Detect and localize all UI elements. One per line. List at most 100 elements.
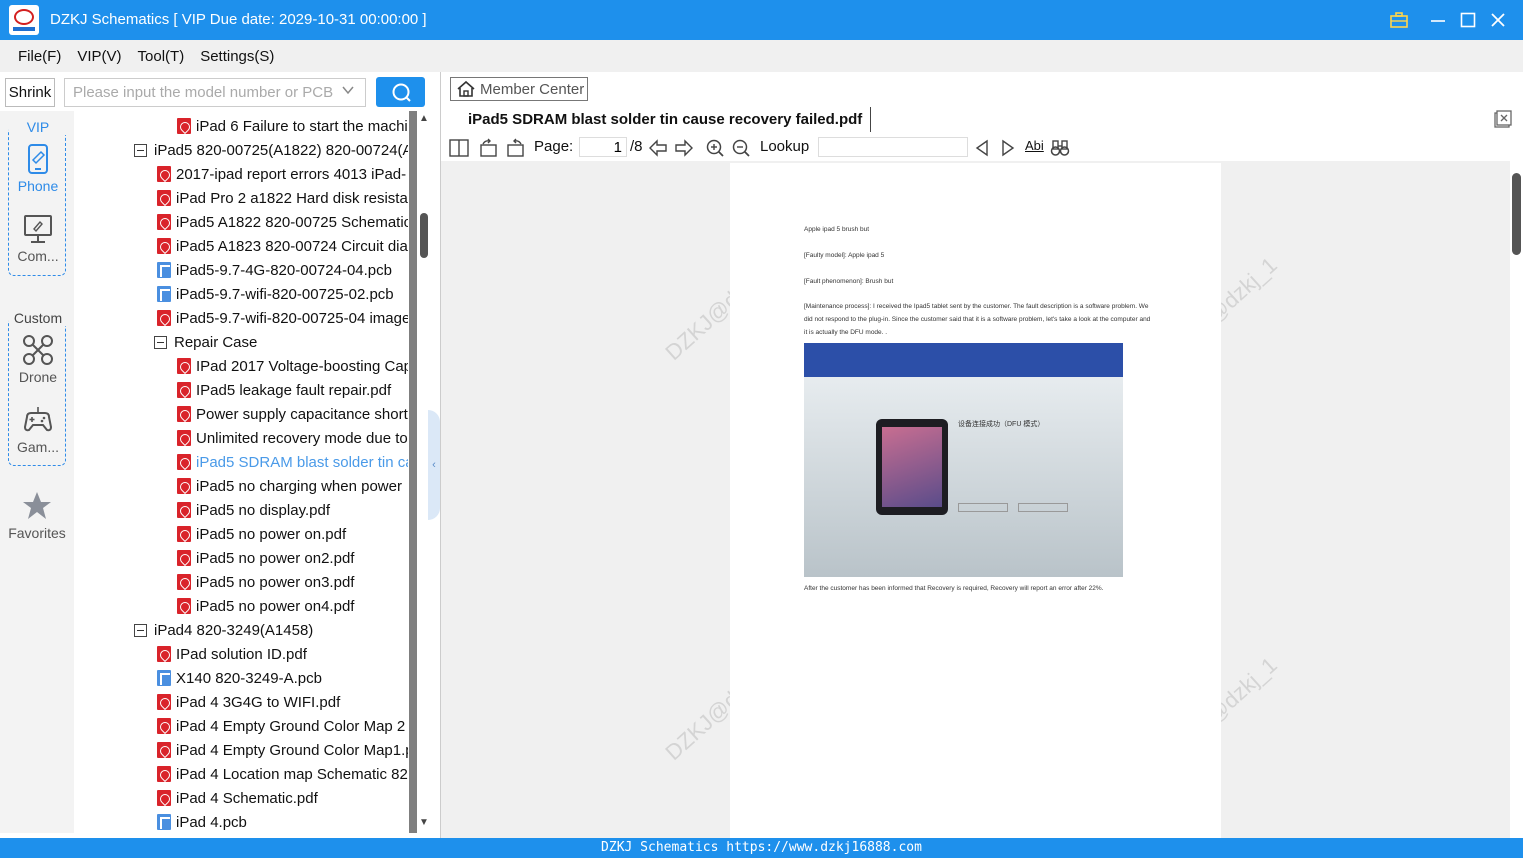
nav-computer-label: Com... xyxy=(17,248,59,264)
tree-file[interactable]: iPad 4 Empty Ground Color Map1.p xyxy=(157,738,408,762)
tree-file[interactable]: IPad5 leakage fault repair.pdf xyxy=(177,378,391,402)
nav-phone[interactable]: Phone xyxy=(9,142,67,194)
briefcase-icon[interactable] xyxy=(1387,8,1411,32)
rotate-left-icon[interactable] xyxy=(479,138,499,158)
search-button[interactable] xyxy=(376,77,425,107)
tree-folder[interactable]: Repair Case xyxy=(154,330,257,354)
tree-file[interactable]: iPad 4.pcb xyxy=(157,810,247,833)
pdf-text-line: [Faulty model]: Apple ipad 5 xyxy=(804,252,885,259)
member-center-button[interactable]: Member Center xyxy=(450,77,588,101)
tree-file[interactable]: iPad 6 Failure to start the machi xyxy=(177,114,408,138)
pdf-file-icon xyxy=(177,478,191,494)
tree-file[interactable]: IPad 2017 Voltage-boosting Cap xyxy=(177,354,408,378)
tree-file[interactable]: Power supply capacitance short xyxy=(177,402,408,426)
tree-item-label: iPad5 no power on2.pdf xyxy=(196,549,355,567)
tree-file[interactable]: iPad5 SDRAM blast solder tin ca xyxy=(177,450,408,474)
app-logo-icon xyxy=(9,5,39,35)
pdf-file-icon xyxy=(157,214,171,230)
tree-file[interactable]: iPad5 no power on4.pdf xyxy=(177,594,354,618)
shrink-button[interactable]: Shrink xyxy=(5,78,55,107)
zoom-out-icon[interactable] xyxy=(731,138,751,158)
arrow-right-icon[interactable] xyxy=(674,138,694,158)
sidebar-toggle-icon[interactable] xyxy=(449,138,469,158)
custom-label: Custom xyxy=(9,310,67,326)
photo-caption: 设备连接成功（DFU 模式） xyxy=(958,421,1045,428)
tree-file[interactable]: iPad 4 Location map Schematic 82 xyxy=(157,762,408,786)
close-button[interactable] xyxy=(1486,8,1510,32)
collapse-toggle-icon[interactable] xyxy=(134,143,147,157)
tree-file[interactable]: iPad5-9.7-wifi-820-00725-02.pcb xyxy=(157,282,394,306)
viewer-scroll-thumb[interactable] xyxy=(1512,173,1521,255)
tree-file[interactable]: iPad5 no charging when power xyxy=(177,474,402,498)
maximize-button[interactable] xyxy=(1456,8,1480,32)
vip-group: VIP Phone Com... xyxy=(8,119,67,276)
scroll-up-icon[interactable]: ▲ xyxy=(419,113,429,124)
tree-scroll-thumb[interactable] xyxy=(420,213,428,258)
tree-item-label: iPad 4.pcb xyxy=(176,813,247,831)
tree-folder[interactable]: iPad5 820-00725(A1822) 820-00724(A xyxy=(134,138,408,162)
chevron-down-icon[interactable] xyxy=(341,83,357,99)
pdf-viewer[interactable]: DZKJ@dzkj_1 DZKJ@dzkj_1 DZKJ@dzkj_1 DZKJ… xyxy=(441,161,1510,838)
tree-file[interactable]: iPad5 A1823 820-00724 Circuit dia xyxy=(157,234,408,258)
scroll-down-icon[interactable]: ▼ xyxy=(419,817,429,828)
tree-file[interactable]: iPad5 no power on.pdf xyxy=(177,522,346,546)
tree-file[interactable]: iPad 4 Empty Ground Color Map 2 xyxy=(157,714,405,738)
tree-item-label: iPad5-9.7-wifi-820-00725-04 image xyxy=(176,309,408,327)
collapse-toggle-icon[interactable] xyxy=(154,335,167,349)
search-input[interactable] xyxy=(64,78,366,107)
pdf-file-icon xyxy=(157,766,171,782)
tree-file[interactable]: iPad Pro 2 a1822 Hard disk resistar xyxy=(157,186,408,210)
menu-tool[interactable]: Tool(T) xyxy=(138,48,185,65)
tree-item-label: iPad5 A1822 820-00725 Schematic xyxy=(176,213,408,231)
pcb-file-icon xyxy=(157,262,171,278)
menu-settings[interactable]: Settings(S) xyxy=(200,48,274,65)
phone-icon xyxy=(28,144,48,174)
tree-item-label: iPad5-9.7-4G-820-00724-04.pcb xyxy=(176,261,392,279)
tree-file[interactable]: iPad5 no power on3.pdf xyxy=(177,570,354,594)
tree-item-label: iPad5-9.7-wifi-820-00725-02.pcb xyxy=(176,285,394,303)
pdf-file-icon xyxy=(177,598,191,614)
tree-file[interactable]: iPad5-9.7-wifi-820-00725-04 image xyxy=(157,306,408,330)
pcb-file-icon xyxy=(157,670,171,686)
tree-item-label: iPad5 A1823 820-00724 Circuit dia xyxy=(176,237,408,255)
rotate-right-icon[interactable] xyxy=(505,138,525,158)
nav-computer[interactable]: Com... xyxy=(9,212,67,264)
tree-item-label: X140 820-3249-A.pcb xyxy=(176,669,322,687)
tree-file[interactable]: iPad 4 Schematic.pdf xyxy=(157,786,318,810)
tree-file[interactable]: iPad5 no display.pdf xyxy=(177,498,330,522)
tree-file[interactable]: IPad solution ID.pdf xyxy=(157,642,307,666)
find-next-icon[interactable] xyxy=(998,138,1018,158)
binoculars-icon[interactable] xyxy=(1050,138,1070,158)
menu-file[interactable]: File(F) xyxy=(18,48,61,65)
collapse-panel-handle[interactable]: ‹ xyxy=(428,410,440,520)
menu-vip[interactable]: VIP(V) xyxy=(77,48,121,65)
viewer-scrollbar[interactable] xyxy=(1510,161,1523,838)
arrow-left-icon[interactable] xyxy=(648,138,668,158)
tree-file[interactable]: X140 820-3249-A.pcb xyxy=(157,666,322,690)
nav-favorites[interactable]: Favorites xyxy=(8,489,66,541)
close-tab-icon[interactable] xyxy=(1494,110,1512,128)
tree-file[interactable]: iPad5 no power on2.pdf xyxy=(177,546,354,570)
tree-file[interactable]: 2017-ipad report errors 4013 iPad- xyxy=(157,162,406,186)
tree-item-label: iPad5 no charging when power xyxy=(196,477,402,495)
lookup-input[interactable] xyxy=(818,137,968,157)
pdf-file-icon xyxy=(177,454,191,470)
nav-game[interactable]: Gam... xyxy=(9,403,67,455)
tree-file[interactable]: iPad5-9.7-4G-820-00724-04.pcb xyxy=(157,258,392,282)
tree-file[interactable]: Unlimited recovery mode due to xyxy=(177,426,408,450)
nav-phone-label: Phone xyxy=(17,178,59,194)
tree-file[interactable]: iPad 4 3G4G to WIFI.pdf xyxy=(157,690,340,714)
pdf-file-icon xyxy=(177,382,191,398)
match-case-button[interactable]: Abi xyxy=(1025,138,1044,153)
pdf-text-line: Apple ipad 5 brush but xyxy=(804,226,870,233)
tree-file[interactable]: iPad5 A1822 820-00725 Schematic xyxy=(157,210,408,234)
nav-drone[interactable]: Drone xyxy=(9,333,67,385)
collapse-toggle-icon[interactable] xyxy=(134,623,147,637)
minimize-button[interactable] xyxy=(1426,8,1450,32)
page-number-input[interactable] xyxy=(579,137,627,157)
zoom-in-icon[interactable] xyxy=(705,138,725,158)
document-tab[interactable]: iPad5 SDRAM blast solder tin cause recov… xyxy=(451,107,871,132)
find-previous-icon[interactable] xyxy=(972,138,992,158)
tree-folder[interactable]: iPad4 820-3249(A1458) xyxy=(134,618,313,642)
pdf-file-icon xyxy=(177,574,191,590)
